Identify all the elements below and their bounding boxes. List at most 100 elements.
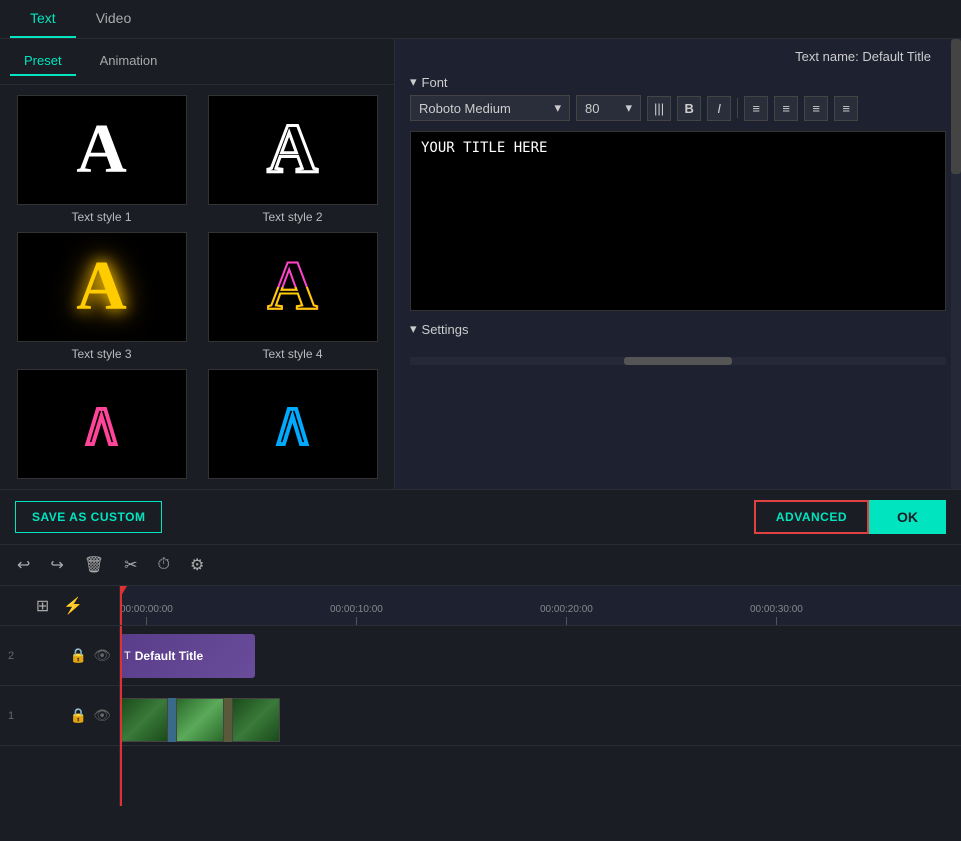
track-eye-icon-2[interactable]: 👁 bbox=[93, 647, 111, 664]
track-row-2[interactable]: T Default Title bbox=[120, 626, 961, 686]
playhead-triangle bbox=[120, 586, 127, 596]
settings-section-label: Settings bbox=[422, 322, 469, 337]
right-buttons-group: ADVANCED OK bbox=[754, 500, 946, 534]
ruler-tick-30: 00:00:30:00 bbox=[750, 604, 803, 625]
video-thumb-inner-1 bbox=[121, 699, 167, 741]
format-align-right-btn[interactable]: ≡ bbox=[804, 96, 828, 121]
ruler-line-30 bbox=[776, 617, 777, 625]
settings-collapse-icon[interactable]: ▾ bbox=[410, 321, 417, 337]
bottom-scrollbar-thumb bbox=[624, 357, 731, 365]
track-eye-icon-1[interactable]: 👁 bbox=[93, 707, 111, 724]
tab-preset[interactable]: Preset bbox=[10, 47, 76, 76]
style-label-2: Text style 2 bbox=[262, 210, 322, 224]
settings-section: ▾ Settings bbox=[410, 321, 946, 342]
text-clip-icon: T bbox=[124, 650, 131, 662]
text-input-area[interactable]: YOUR TITLE HERE bbox=[410, 131, 946, 311]
advanced-button[interactable]: ADVANCED bbox=[754, 500, 869, 534]
font-collapse-icon[interactable]: ▾ bbox=[410, 74, 417, 90]
top-tab-bar: Text Video bbox=[0, 0, 961, 39]
style-preview-5: ∧ bbox=[17, 369, 187, 479]
save-as-custom-button[interactable]: SAVE AS CUSTOM bbox=[15, 501, 162, 533]
right-panel: Text name: Default Title ▾ Font Roboto M… bbox=[395, 39, 961, 489]
main-content: Preset Animation A Text style 1 A Text s… bbox=[0, 39, 961, 489]
video-clip-3[interactable] bbox=[232, 698, 280, 742]
timeline-toolbar: ↩ ↪ 🗑 ✂ ⏱ ⚙ bbox=[0, 545, 961, 586]
transition-marker-1 bbox=[168, 698, 176, 742]
track-playhead bbox=[120, 626, 122, 806]
redo-button[interactable]: ↪ bbox=[48, 553, 65, 577]
track-row-1[interactable] bbox=[120, 686, 961, 746]
video-clip-2[interactable] bbox=[176, 698, 224, 742]
tab-text[interactable]: Text bbox=[10, 0, 76, 38]
style-preview-3: A bbox=[17, 232, 187, 342]
style-label-4: Text style 4 bbox=[262, 347, 322, 361]
style-item-1[interactable]: A Text style 1 bbox=[10, 95, 193, 224]
track-lock-icon-2[interactable]: 🔒 bbox=[70, 647, 87, 664]
timeline-add-row: ⊞ ⚡ bbox=[0, 586, 119, 626]
font-section-label: Font bbox=[422, 75, 448, 90]
font-size-chevron: ▾ bbox=[625, 100, 632, 116]
settings-button[interactable]: ⚙ bbox=[188, 553, 206, 577]
track-lock-icon-1[interactable]: 🔒 bbox=[70, 707, 87, 724]
unlink-button[interactable]: ⚡ bbox=[61, 594, 85, 618]
right-scrollbar-thumb bbox=[951, 39, 961, 174]
clock-button[interactable]: ⏱ bbox=[156, 554, 172, 576]
timeline-content: ⊞ ⚡ 2 🔒 👁 1 🔒 👁 00:00:00:00 bbox=[0, 586, 961, 806]
undo-button[interactable]: ↩ bbox=[15, 553, 32, 577]
scissors-button[interactable]: ✂ bbox=[122, 553, 139, 577]
style-item-4[interactable]: A Text style 4 bbox=[201, 232, 384, 361]
font-size-dropdown[interactable]: 80 ▾ bbox=[576, 95, 641, 121]
add-track-button[interactable]: ⊞ bbox=[34, 594, 51, 618]
font-controls: Roboto Medium ▾ 80 ▾ ||| B I ≡ ≡ ≡ ≡ bbox=[410, 95, 946, 121]
style-letter-3: A bbox=[76, 247, 127, 327]
style-label-1: Text style 1 bbox=[71, 210, 131, 224]
format-align-center-btn[interactable]: ≡ bbox=[774, 96, 798, 121]
timeline-tracks: T Default Title bbox=[120, 626, 961, 806]
format-strikethrough-btn[interactable]: ||| bbox=[647, 96, 671, 121]
ruler-label-20: 00:00:20:00 bbox=[540, 604, 593, 615]
ruler-playhead bbox=[120, 586, 122, 625]
timeline-ruler: 00:00:00:00 00:00:10:00 00:00:20:00 00:0… bbox=[120, 586, 961, 626]
settings-section-header: ▾ Settings bbox=[410, 321, 946, 337]
style-letter-4: A bbox=[267, 247, 318, 327]
track-num-2: 2 bbox=[8, 650, 14, 662]
track-control-row-1: 1 🔒 👁 bbox=[0, 686, 119, 746]
text-clip-name: Default Title bbox=[135, 649, 203, 663]
style-item-6[interactable]: ∧ bbox=[201, 369, 384, 484]
delete-button[interactable]: 🗑 bbox=[82, 553, 106, 577]
style-preview-6: ∧ bbox=[208, 369, 378, 479]
track-controls: 2 🔒 👁 1 🔒 👁 bbox=[0, 626, 119, 806]
style-item-5[interactable]: ∧ bbox=[10, 369, 193, 484]
style-letter-5: ∧ bbox=[80, 389, 124, 459]
format-separator bbox=[737, 98, 738, 118]
font-section-header: ▾ Font bbox=[410, 74, 946, 90]
style-label-3: Text style 3 bbox=[71, 347, 131, 361]
tab-video[interactable]: Video bbox=[76, 0, 152, 38]
format-align-left-btn[interactable]: ≡ bbox=[744, 96, 768, 121]
style-preview-2: A bbox=[208, 95, 378, 205]
tab-animation[interactable]: Animation bbox=[86, 47, 172, 76]
ruler-tick-10: 00:00:10:00 bbox=[330, 604, 383, 625]
ruler-line-20 bbox=[566, 617, 567, 625]
ruler-tick-20: 00:00:20:00 bbox=[540, 604, 593, 625]
format-align-justify-btn[interactable]: ≡ bbox=[834, 96, 858, 121]
video-clips-group bbox=[120, 698, 280, 742]
bottom-scrollbar[interactable] bbox=[410, 357, 946, 365]
style-preview-1: A bbox=[17, 95, 187, 205]
style-letter-6: ∧ bbox=[271, 389, 315, 459]
format-italic-btn[interactable]: I bbox=[707, 96, 731, 121]
video-thumb-inner-2 bbox=[177, 699, 223, 741]
text-clip[interactable]: T Default Title bbox=[120, 634, 255, 678]
style-item-2[interactable]: A Text style 2 bbox=[201, 95, 384, 224]
font-family-dropdown[interactable]: Roboto Medium ▾ bbox=[410, 95, 570, 121]
ruler-line-10 bbox=[356, 617, 357, 625]
style-grid: A Text style 1 A Text style 2 A Text sty… bbox=[0, 85, 394, 489]
right-scrollbar[interactable] bbox=[951, 39, 961, 489]
video-clip-1[interactable] bbox=[120, 698, 168, 742]
ok-button[interactable]: OK bbox=[869, 500, 946, 534]
timeline-main: 00:00:00:00 00:00:10:00 00:00:20:00 00:0… bbox=[120, 586, 961, 806]
style-item-3[interactable]: A Text style 3 bbox=[10, 232, 193, 361]
format-bold-btn[interactable]: B bbox=[677, 96, 701, 121]
font-family-value: Roboto Medium bbox=[419, 101, 511, 116]
timeline-left-controls: ⊞ ⚡ 2 🔒 👁 1 🔒 👁 bbox=[0, 586, 120, 806]
